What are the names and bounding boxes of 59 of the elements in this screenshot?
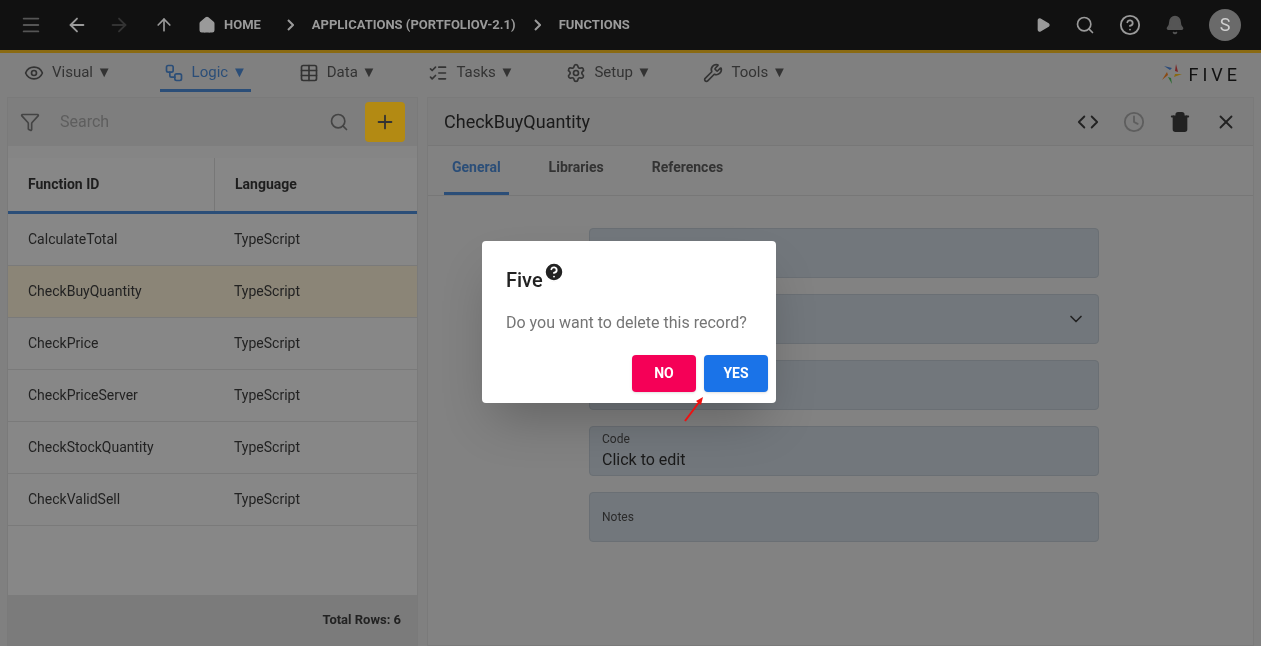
table-cell-text: CalculateTotal <box>27 230 119 249</box>
menu-tab[interactable]: Logic ▼ <box>159 56 251 92</box>
breadcrumb-link[interactable]: HOME <box>224 15 261 35</box>
flow-icon <box>163 62 184 83</box>
dialog-title: Five <box>506 267 543 294</box>
breadcrumb-link[interactable]: APPLICATIONS (PORTFOLIOV-2.1) <box>311 15 516 35</box>
table-cell-text: TypeScript <box>233 230 300 249</box>
menu-tab[interactable]: Tasks ▼ <box>424 56 519 92</box>
table-row[interactable]: CheckStockQuantity TypeScript <box>8 422 417 474</box>
home-icon <box>198 16 216 34</box>
menu-tab[interactable]: Data ▼ <box>294 56 381 92</box>
column-header[interactable]: Function ID <box>28 174 100 195</box>
bell-icon[interactable] <box>1165 15 1185 35</box>
trash-icon[interactable] <box>1169 110 1191 133</box>
form-title: CheckBuyQuantity <box>444 110 591 134</box>
add-button[interactable] <box>365 102 405 142</box>
form-tab[interactable]: General <box>444 157 509 195</box>
avatar[interactable]: S <box>1209 9 1241 41</box>
dialog-message: Do you want to delete this record? <box>506 312 748 334</box>
table-cell-text: CheckStockQuantity <box>27 438 155 457</box>
table-icon <box>298 62 319 83</box>
table-cell-text: TypeScript <box>233 282 300 301</box>
table-cell-text: CheckValidSell <box>27 490 122 509</box>
field-label: Notes <box>602 509 634 526</box>
menu-tab[interactable]: Tools ▼ <box>699 56 791 92</box>
help-icon[interactable] <box>1119 14 1141 36</box>
menu-tab[interactable]: Visual ▼ <box>20 56 116 92</box>
no-button[interactable]: NO <box>632 355 696 392</box>
breadcrumb-link[interactable]: FUNCTIONS <box>558 15 630 35</box>
input-field[interactable]: Code Click to edit <box>589 426 1099 476</box>
table-cell-text: TypeScript <box>233 438 300 457</box>
column-header[interactable]: Language <box>235 174 297 195</box>
input-field[interactable]: Notes <box>589 492 1099 542</box>
table-cell-text: TypeScript <box>233 386 300 405</box>
wrench-icon <box>703 62 724 83</box>
form-tab[interactable]: Libraries <box>540 157 612 195</box>
field-value: Click to edit <box>602 449 686 471</box>
table-row[interactable]: CheckValidSell TypeScript <box>8 474 417 526</box>
logo-text: FIVE <box>1188 62 1241 87</box>
menu-tab[interactable]: Setup ▼ <box>562 56 656 92</box>
table-cell-text: CheckPrice <box>27 334 100 353</box>
yes-button[interactable]: YES <box>704 355 768 392</box>
filter-icon[interactable] <box>20 112 40 132</box>
table-cell-text: TypeScript <box>233 334 300 353</box>
table-cell-text: TypeScript <box>233 490 300 509</box>
total-rows-label: Total Rows: 6 <box>322 611 401 630</box>
chevron-right-icon <box>286 19 294 31</box>
pointer-arrow <box>683 395 705 423</box>
table-row[interactable]: CheckPrice TypeScript <box>8 318 417 370</box>
field-label: Code <box>602 431 630 448</box>
table-cell-text: CheckPriceServer <box>27 386 139 405</box>
chevron-right-icon <box>533 19 541 31</box>
table-row[interactable]: CheckPriceServer TypeScript <box>8 370 417 422</box>
search-icon[interactable] <box>329 112 349 132</box>
table-row[interactable]: CheckBuyQuantity TypeScript <box>8 266 417 318</box>
settings-icon <box>566 62 587 83</box>
form-tab[interactable]: References <box>643 157 732 195</box>
table-cell-text: CheckBuyQuantity <box>27 282 143 301</box>
play-icon[interactable] <box>1035 17 1051 33</box>
